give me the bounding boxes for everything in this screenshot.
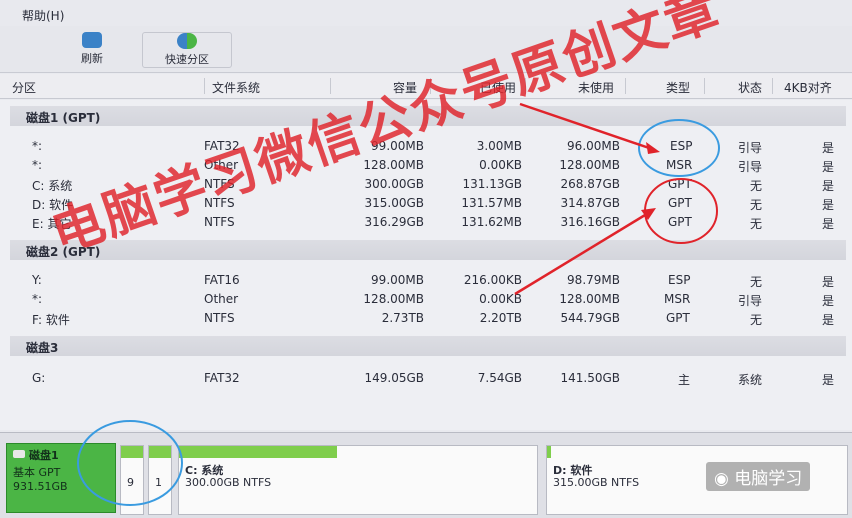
arrow-head-icon — [646, 142, 660, 154]
wechat-label: 电脑学习 — [734, 469, 803, 489]
wechat-icon: ◉ — [714, 469, 735, 489]
wechat-badge: ◉ 电脑学习 — [706, 462, 811, 491]
annotation-circle-small-parts — [77, 420, 183, 506]
arrow-head-icon — [641, 208, 656, 220]
annotation-circle-gpt — [644, 178, 718, 244]
annotation-arrow-esp — [519, 102, 656, 152]
annotation-arrow-gpt — [514, 210, 651, 296]
